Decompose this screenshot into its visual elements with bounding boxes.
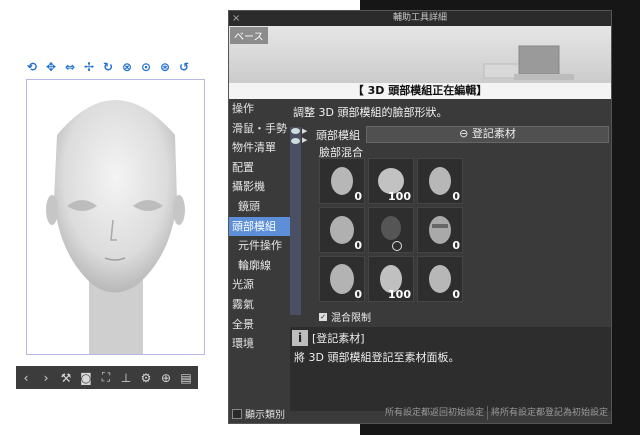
nav-item-operation[interactable]: 操作 xyxy=(229,99,290,119)
object-settings-icon[interactable]: ⚙ xyxy=(136,371,156,385)
face-preset-cell[interactable]: 100 xyxy=(368,256,414,302)
show-category-label: 顯示類別 xyxy=(245,410,285,421)
nav-item-mouse-gesture[interactable]: 滑鼠・手勢 xyxy=(229,119,290,139)
mix-limit-checkbox[interactable]: ✓ xyxy=(319,312,327,321)
fit-view-icon[interactable]: ⛶ xyxy=(96,370,116,385)
camera-rotate-icon[interactable]: ⟲ xyxy=(24,59,40,75)
next-icon[interactable]: › xyxy=(36,371,56,385)
camera-icon[interactable]: ◙ xyxy=(76,371,96,385)
head-model-render xyxy=(46,100,185,354)
blend-value: 100 xyxy=(388,288,411,301)
settings-content: 調整 3D 頭部模組的臉部形狀。 ▶ ▶ 頭部模組 ⊖ 登記素材 臉部混合 0 … xyxy=(290,99,611,423)
category-nav: 操作 滑鼠・手勢 物件清單 配置 攝影機 鏡頭 頭部模組 元件操作 輪廓線 光源… xyxy=(229,99,290,411)
nav-item-fog[interactable]: 霧氣 xyxy=(229,295,290,315)
nav-item-lens[interactable]: 鏡頭 xyxy=(229,197,290,217)
layer-icon[interactable]: ▤ xyxy=(176,371,196,385)
sub-tool-detail-panel: × 輔助工具詳細 ベース 【 3D 頭部模組正在編輯】 操作 滑鼠・手勢 物件清… xyxy=(228,10,612,424)
register-initial-button[interactable]: 將所有設定都登記為初始設定 xyxy=(486,406,611,420)
expand-arrow-icon[interactable]: ▶ xyxy=(302,127,310,136)
head-model-row: 頭部模組 ⊖ 登記素材 xyxy=(316,126,609,143)
nav-item-camera[interactable]: 攝影機 xyxy=(229,177,290,197)
info-icon: i xyxy=(292,330,308,346)
edit-banner: 【 3D 頭部模組正在編輯】 xyxy=(229,83,611,99)
blend-value: 0 xyxy=(354,239,362,252)
face-preset-cell[interactable]: 0 xyxy=(319,158,365,204)
show-in-tool-property-strip[interactable] xyxy=(290,127,301,315)
scale-icon[interactable]: ⊛ xyxy=(157,59,173,75)
face-preset-cell[interactable]: 0 xyxy=(319,256,365,302)
expand-arrows: ▶ ▶ xyxy=(302,127,310,315)
nav-item-light-source[interactable]: 光源 xyxy=(229,275,290,295)
face-blend-grid: 0 100 0 0 0 0 100 0 xyxy=(319,158,467,302)
timer-icon xyxy=(392,241,402,251)
camera-dolly-icon[interactable]: ⇔ xyxy=(62,59,78,75)
eye-icon[interactable] xyxy=(291,128,300,134)
expand-arrow-icon[interactable]: ▶ xyxy=(302,136,310,145)
head-model-label: 頭部模組 xyxy=(316,128,360,142)
face-preset-cell-disabled[interactable] xyxy=(368,207,414,253)
register-material-button[interactable]: ⊖ 登記素材 xyxy=(366,126,609,143)
mix-limit-label: 混合限制 xyxy=(331,313,371,324)
canvas-3d-toolbar: ⟲ ✥ ⇔ ✢ ↻ ⊗ ⊙ ⊛ ↺ xyxy=(24,57,195,77)
blend-value: 0 xyxy=(354,190,362,203)
tool-preview: ベース 【 3D 頭部模組正在編輯】 xyxy=(229,26,611,99)
mix-limit-option[interactable]: ✓ 混合限制 xyxy=(319,309,371,324)
wrench-icon[interactable]: ⚒ xyxy=(56,371,76,385)
face-preset-cell[interactable]: 0 xyxy=(319,207,365,253)
nav-item-head-model[interactable]: 頭部模組 xyxy=(229,216,290,237)
info-title: [登記素材] xyxy=(312,332,365,345)
head-model-viewport[interactable] xyxy=(26,79,205,355)
info-panel: i [登記素材] 將 3D 頭部模組登記至素材面板。 xyxy=(290,327,611,411)
rotate-icon[interactable]: ↻ xyxy=(100,59,116,75)
face-preset-cell[interactable]: 0 xyxy=(417,158,463,204)
show-category-checkbox[interactable] xyxy=(232,408,242,419)
nav-item-outline[interactable]: 輪廓線 xyxy=(229,256,290,276)
blend-value: 100 xyxy=(388,190,411,203)
face-preset-cell[interactable]: 0 xyxy=(417,256,463,302)
nav-item-object-list[interactable]: 物件清單 xyxy=(229,138,290,158)
info-body: 將 3D 頭部模組登記至素材面板。 xyxy=(294,351,460,364)
blend-value: 0 xyxy=(354,288,362,301)
close-icon[interactable]: × xyxy=(232,11,240,26)
rotate-x-icon[interactable]: ⊗ xyxy=(119,59,135,75)
blend-value: 0 xyxy=(452,288,460,301)
reset-bar: 所有設定都返回初始設定 將所有設定都登記為初始設定 xyxy=(290,406,611,420)
rotate-y-icon[interactable]: ⊙ xyxy=(138,59,154,75)
reset-icon[interactable]: ↺ xyxy=(176,59,192,75)
panel-title: 輔助工具詳細 xyxy=(392,13,447,23)
face-preset-cell[interactable]: 0 xyxy=(417,207,463,253)
nav-item-environment[interactable]: 環境 xyxy=(229,334,290,354)
category-description: 調整 3D 頭部模組的臉部形狀。 xyxy=(293,106,448,119)
previous-icon[interactable]: ‹ xyxy=(16,371,36,385)
reset-all-button[interactable]: 所有設定都返回初始設定 xyxy=(382,406,487,420)
register-material-icon[interactable]: ⊕ xyxy=(156,371,176,385)
nav-item-panorama[interactable]: 全景 xyxy=(229,315,290,335)
eye-icon[interactable] xyxy=(291,138,300,144)
blend-value: 0 xyxy=(452,190,460,203)
camera-pan-icon[interactable]: ✥ xyxy=(43,59,59,75)
register-icon: ⊖ xyxy=(459,127,469,140)
ground-icon[interactable]: ⊥ xyxy=(116,371,136,385)
panel-titlebar: × 輔助工具詳細 xyxy=(229,11,611,26)
face-preset-cell[interactable]: 100 xyxy=(368,158,414,204)
move-icon[interactable]: ✢ xyxy=(81,59,97,75)
nav-item-part-operation[interactable]: 元件操作 xyxy=(229,236,290,256)
show-category-toggle[interactable]: 顯示類別 xyxy=(232,406,285,421)
register-button-label: 登記素材 xyxy=(471,127,516,140)
blend-value: 0 xyxy=(452,239,460,252)
nav-item-placement[interactable]: 配置 xyxy=(229,158,290,178)
canvas-bottom-toolbar: ‹ › ⚒ ◙ ⛶ ⊥ ⚙ ⊕ ▤ xyxy=(16,366,198,389)
